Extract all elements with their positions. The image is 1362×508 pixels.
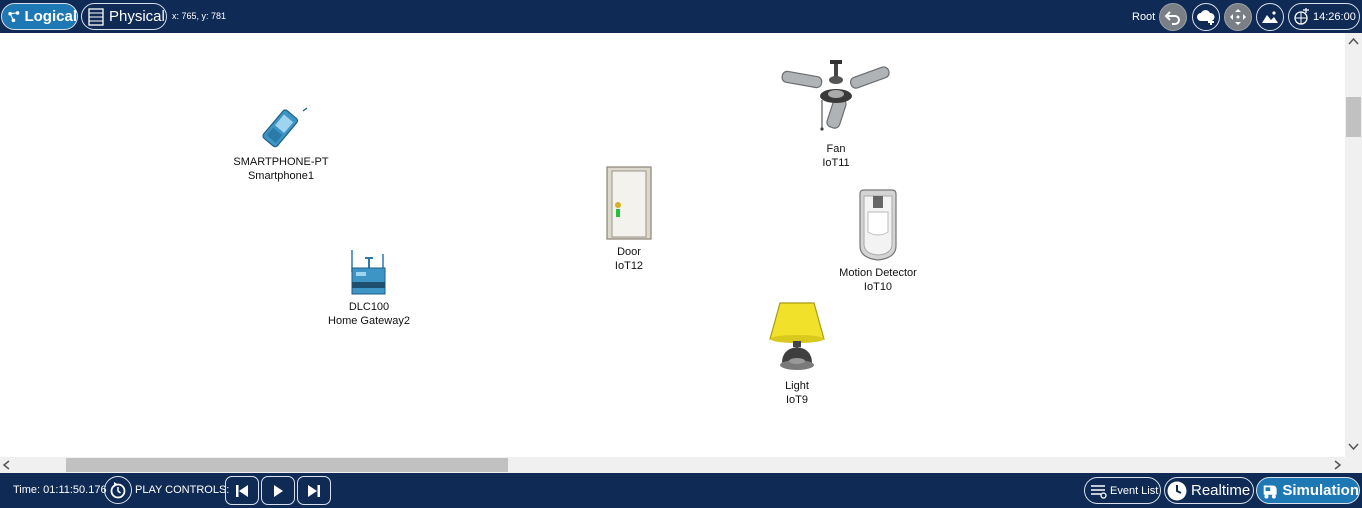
skip-back-icon — [236, 484, 248, 497]
cloud-add-icon — [1197, 10, 1215, 25]
simulation-mode-button[interactable]: Simulation — [1256, 477, 1360, 504]
play-controls-label: PLAY CONTROLS: — [135, 484, 230, 496]
ceiling-fan-icon — [781, 60, 890, 131]
smartphone-icon — [262, 107, 308, 148]
event-list-button[interactable]: Event List — [1084, 477, 1161, 504]
cursor-coordinates: x: 765, y: 781 — [172, 11, 227, 21]
motion-detector-icon — [859, 189, 897, 261]
undo-arrow-icon — [1164, 11, 1180, 25]
device-name: Smartphone1 — [247, 170, 315, 182]
reset-time-button[interactable] — [104, 476, 132, 504]
door-icon — [606, 166, 652, 240]
device-motion-detector-iot10[interactable]: Motion Detector IoT10 — [823, 188, 933, 294]
clock: 14:26:00 — [1313, 10, 1356, 23]
new-cluster-button[interactable] — [1192, 3, 1220, 31]
play-button[interactable] — [261, 476, 295, 505]
device-model: Motion Detector — [839, 267, 917, 279]
device-model: DLC100 — [348, 301, 390, 313]
network-icon — [8, 10, 20, 22]
viewport-clock-button[interactable]: 14:26:00 — [1288, 3, 1360, 30]
skip-forward-icon — [308, 484, 320, 497]
horizontal-scrollbar[interactable] — [0, 457, 1345, 473]
globe-network-icon — [1294, 7, 1309, 25]
scrollbar-corner — [1345, 457, 1362, 473]
simulation-runner-icon — [1263, 484, 1277, 499]
device-name: IoT9 — [785, 394, 808, 406]
scroll-up-arrow-icon[interactable] — [1345, 35, 1362, 49]
refresh-clock-icon — [110, 482, 126, 499]
device-smartphone1[interactable]: SMARTPHONE-PT Smartphone1 — [226, 107, 336, 183]
physical-label: Physical — [109, 8, 165, 25]
previous-step-button[interactable] — [225, 476, 259, 505]
root-label: Root — [1132, 11, 1156, 23]
home-gateway-icon — [351, 250, 386, 295]
scroll-down-arrow-icon[interactable] — [1345, 439, 1362, 453]
logical-view-button[interactable]: Logical — [1, 3, 78, 30]
scroll-right-arrow-icon[interactable] — [1330, 457, 1344, 473]
workspace-canvas[interactable]: SMARTPHONE-PT Smartphone1 DLC100 Home Ga… — [0, 33, 1345, 457]
simulation-time: Time: 01:11:50.176 — [13, 484, 107, 496]
device-light-iot9[interactable]: Light IoT9 — [757, 299, 837, 407]
play-icon — [274, 484, 283, 497]
move-arrows-icon — [1230, 9, 1246, 25]
realtime-mode-button[interactable]: Realtime — [1164, 477, 1254, 504]
lamp-icon — [769, 302, 825, 370]
set-background-button[interactable] — [1256, 3, 1284, 31]
vertical-scrollbar[interactable] — [1345, 33, 1362, 457]
device-name: IoT10 — [863, 281, 893, 293]
next-step-button[interactable] — [297, 476, 331, 505]
event-list-label: Event List — [1110, 484, 1159, 497]
device-model: Door — [617, 246, 641, 258]
device-model: SMARTPHONE-PT — [233, 156, 329, 168]
simulation-label: Simulation — [1282, 482, 1359, 499]
device-name: IoT12 — [614, 260, 644, 272]
move-object-button[interactable] — [1224, 3, 1252, 31]
device-door-iot12[interactable]: Door IoT12 — [589, 165, 669, 273]
rack-icon — [88, 7, 104, 26]
device-model: Fan — [826, 143, 846, 155]
physical-view-button[interactable]: Physical — [81, 3, 167, 30]
top-toolbar: Logical Physical x: 765, y: 781 Root 14:… — [0, 0, 1362, 33]
landscape-image-icon — [1262, 11, 1278, 23]
realtime-label: Realtime — [1191, 482, 1251, 499]
device-name: Home Gateway2 — [328, 315, 410, 327]
device-name: IoT11 — [822, 157, 850, 169]
clock-icon — [1167, 481, 1187, 500]
device-fan-iot11[interactable]: Fan IoT11 — [776, 58, 896, 170]
device-home-gateway2[interactable]: DLC100 Home Gateway2 — [314, 248, 424, 328]
device-model: Light — [785, 380, 809, 392]
horizontal-scroll-thumb[interactable] — [66, 458, 508, 472]
scroll-left-arrow-icon[interactable] — [0, 457, 14, 473]
list-icon — [1091, 484, 1107, 499]
back-button[interactable] — [1159, 3, 1187, 31]
vertical-scroll-thumb[interactable] — [1346, 97, 1361, 137]
logical-label: Logical — [24, 8, 77, 25]
